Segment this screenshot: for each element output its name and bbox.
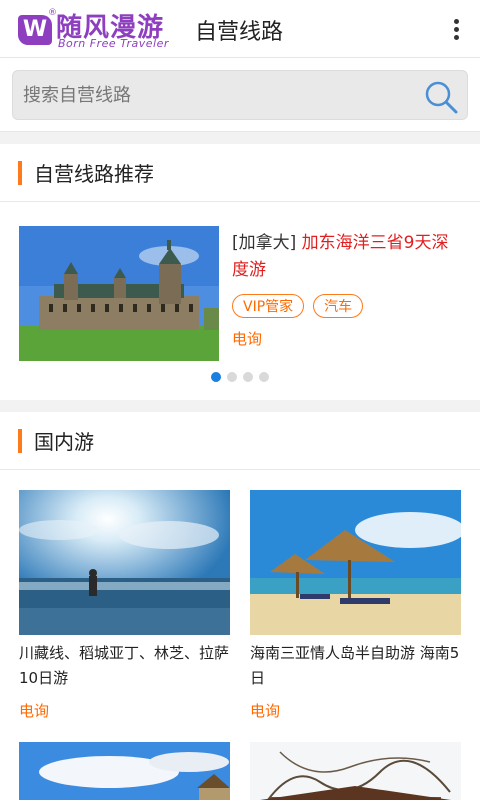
carousel-pager bbox=[0, 372, 480, 382]
brand-logo: W ® 随风漫游 Born Free Traveler bbox=[18, 8, 188, 50]
search-bar bbox=[0, 58, 480, 132]
route-title: 川藏线、稻城亚丁、林芝、拉萨10日游 bbox=[19, 644, 230, 687]
logo-tagline: Born Free Traveler bbox=[58, 37, 169, 50]
more-vertical-icon[interactable] bbox=[446, 13, 466, 45]
section-accent-bar bbox=[18, 428, 22, 453]
section-accent-bar bbox=[18, 160, 22, 185]
route-call[interactable]: 电询 bbox=[19, 700, 230, 742]
domestic-grid: 川藏线、稻城亚丁、林芝、拉萨10日游 电询 海南三亚情人岛半自助游 海南5日 电… bbox=[0, 470, 480, 800]
pager-dot[interactable] bbox=[211, 372, 221, 382]
route-image[interactable] bbox=[19, 490, 230, 635]
route-card[interactable] bbox=[250, 742, 461, 800]
recommend-tags: VIP管家 汽车 bbox=[232, 294, 462, 318]
section-header: 国内游 bbox=[0, 412, 480, 470]
app-bar: W ® 随风漫游 Born Free Traveler 自营线路 bbox=[0, 0, 480, 58]
search-box bbox=[12, 70, 468, 120]
pager-dot[interactable] bbox=[243, 372, 253, 382]
section-title-domestic: 国内游 bbox=[34, 430, 94, 454]
tag-vip: VIP管家 bbox=[232, 294, 305, 318]
route-image[interactable] bbox=[19, 742, 230, 800]
search-input[interactable] bbox=[23, 71, 403, 119]
route-card[interactable]: 海南三亚情人岛半自助游 海南5日 电询 bbox=[250, 490, 461, 742]
recommend-image[interactable] bbox=[19, 226, 219, 361]
domestic-section: 国内游 川藏线、稻城亚丁、林芝、拉萨10日游 电询 海南三亚情人岛半自助游 海南… bbox=[0, 412, 480, 800]
logo-mark: W bbox=[18, 15, 52, 45]
search-icon[interactable] bbox=[423, 79, 459, 115]
pager-dot[interactable] bbox=[227, 372, 237, 382]
section-header: 自营线路推荐 bbox=[0, 144, 480, 202]
recommend-carousel[interactable]: [加拿大] 加东海洋三省9天深度游 VIP管家 汽车 电询 bbox=[0, 202, 480, 400]
section-title-recommend: 自营线路推荐 bbox=[34, 162, 154, 186]
route-call[interactable]: 电询 bbox=[250, 700, 461, 742]
pager-dot[interactable] bbox=[259, 372, 269, 382]
route-image[interactable] bbox=[250, 490, 461, 635]
route-title: 海南三亚情人岛半自助游 海南5日 bbox=[250, 644, 460, 687]
route-image[interactable] bbox=[250, 742, 461, 800]
tag-bus: 汽车 bbox=[313, 294, 364, 318]
recommend-region: [加拿大] bbox=[232, 233, 297, 253]
recommend-info[interactable]: [加拿大] 加东海洋三省9天深度游 VIP管家 汽车 电询 bbox=[232, 230, 462, 349]
route-card[interactable] bbox=[19, 742, 230, 800]
recommend-title: [加拿大] 加东海洋三省9天深度游 bbox=[232, 230, 462, 284]
recommend-section: 自营线路推荐 [加拿大] 加东海洋三省9天深度游 VIP管家 汽车 电询 bbox=[0, 144, 480, 400]
recommend-call[interactable]: 电询 bbox=[232, 328, 462, 349]
page-title: 自营线路 bbox=[195, 20, 284, 45]
route-card[interactable]: 川藏线、稻城亚丁、林芝、拉萨10日游 电询 bbox=[19, 490, 230, 742]
